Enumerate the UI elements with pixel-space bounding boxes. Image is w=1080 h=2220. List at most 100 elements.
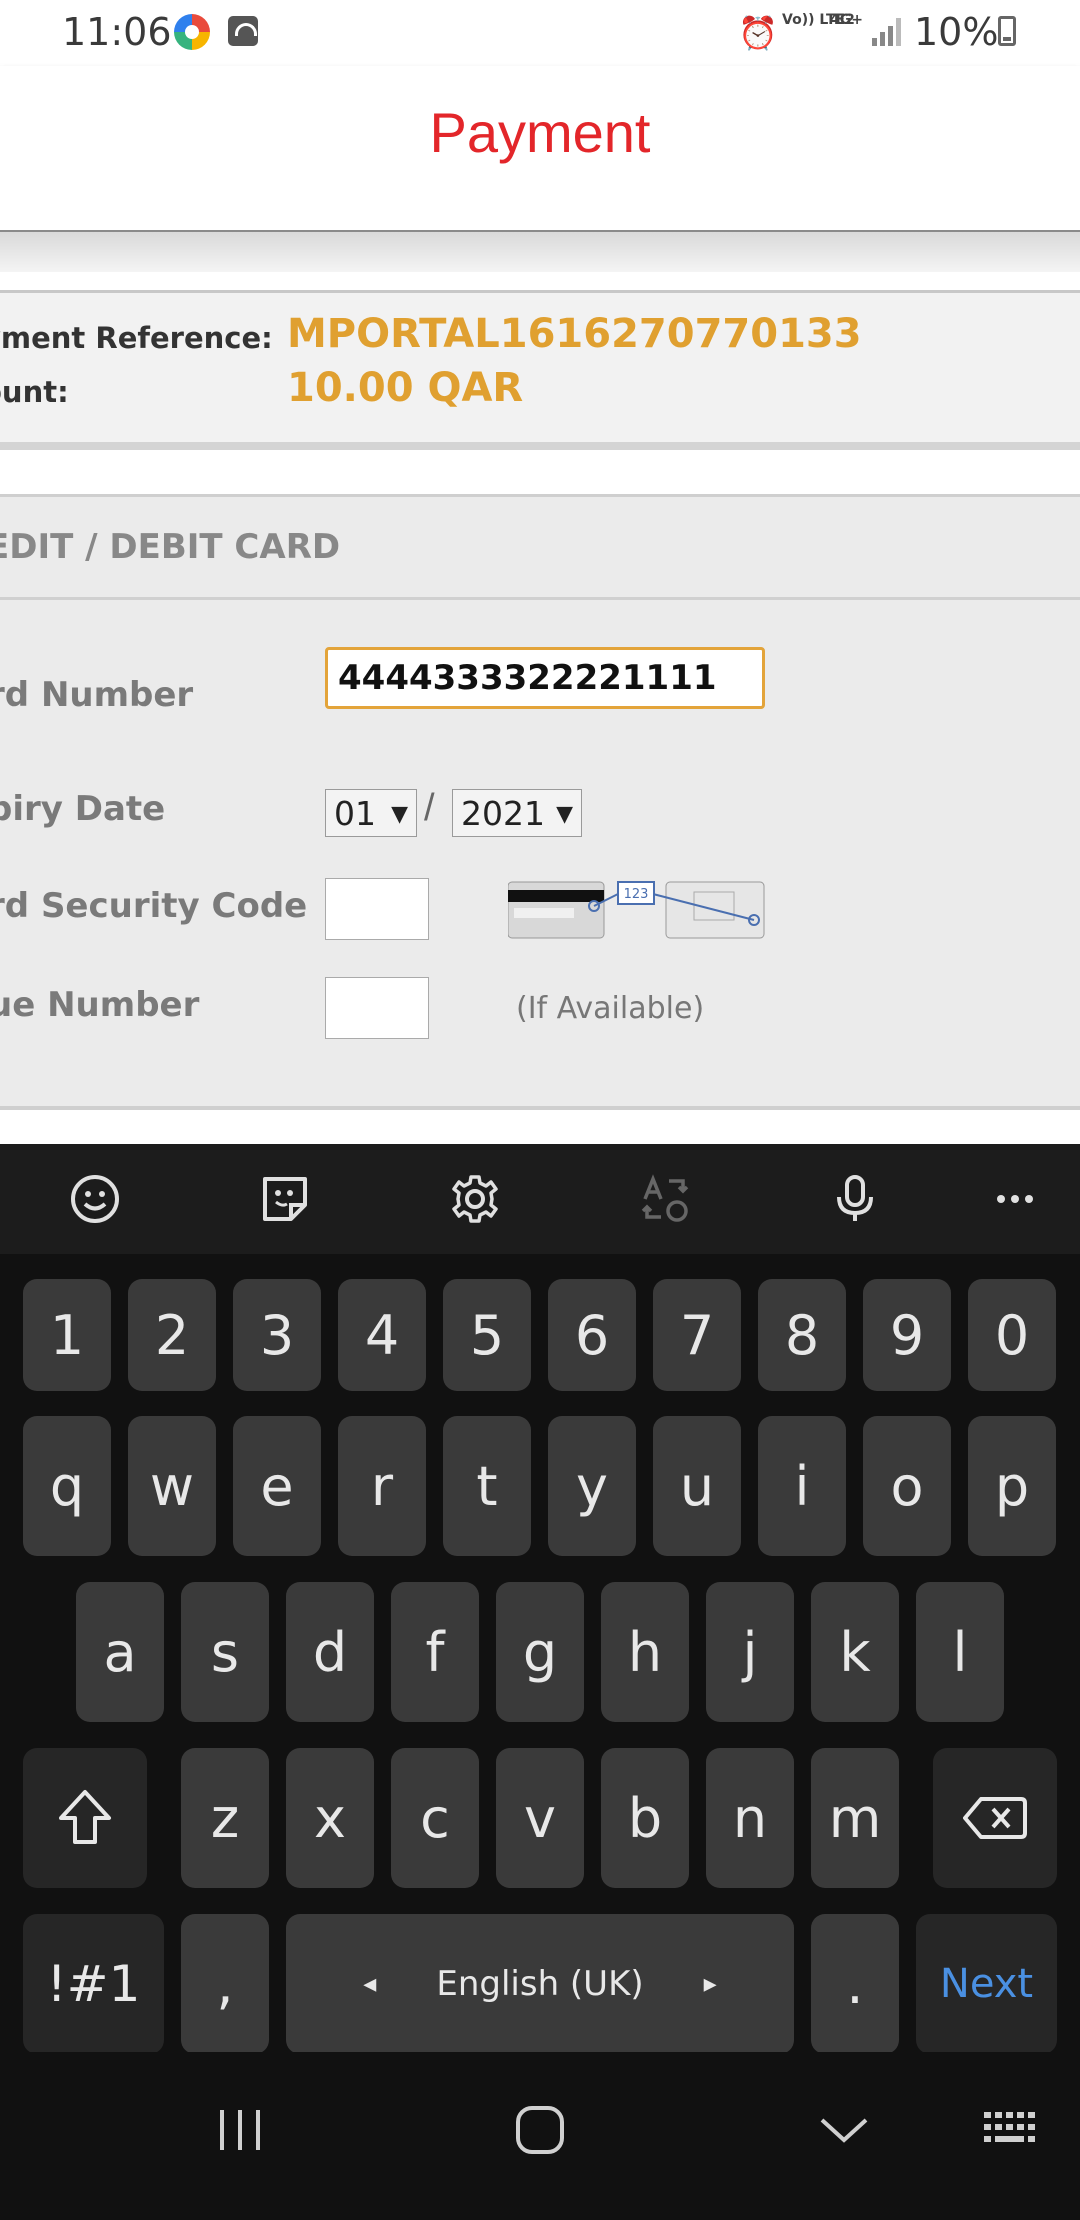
- wifi-calling-icon: [228, 16, 258, 46]
- battery-percent: 10%: [914, 10, 999, 54]
- home-button[interactable]: [510, 2100, 570, 2160]
- key-i[interactable]: i: [758, 1416, 846, 1556]
- security-code-illustration: 123: [508, 881, 765, 939]
- divider-band: [0, 232, 1080, 272]
- space-key[interactable]: ◂ English (UK) ▸: [286, 1914, 794, 2054]
- key-7[interactable]: 7: [653, 1279, 741, 1391]
- status-time: 11:06: [62, 10, 172, 54]
- backspace-icon: [963, 1797, 1027, 1839]
- key-q[interactable]: q: [23, 1416, 111, 1556]
- battery-icon: [998, 16, 1016, 46]
- key-z[interactable]: z: [181, 1748, 269, 1888]
- card-number-label: rd Number: [0, 675, 194, 715]
- dropdown-arrow-icon: ▼: [556, 802, 573, 827]
- page-title: Payment: [429, 101, 651, 164]
- key-a[interactable]: a: [76, 1582, 164, 1722]
- key-e[interactable]: e: [233, 1416, 321, 1556]
- key-y[interactable]: y: [548, 1416, 636, 1556]
- symbols-key[interactable]: !#1: [23, 1914, 164, 2054]
- hide-keyboard-button[interactable]: [814, 2100, 874, 2160]
- backspace-key[interactable]: [933, 1748, 1057, 1888]
- key-9[interactable]: 9: [863, 1279, 951, 1391]
- key-1[interactable]: 1: [23, 1279, 111, 1391]
- expiry-year-select[interactable]: 2021 ▼: [452, 789, 582, 837]
- microphone-icon[interactable]: [824, 1168, 886, 1230]
- amount-label: ount:: [0, 375, 69, 409]
- key-2[interactable]: 2: [128, 1279, 216, 1391]
- issue-number-hint: (If Available): [516, 991, 705, 1026]
- more-icon[interactable]: [984, 1168, 1046, 1230]
- key-h[interactable]: h: [601, 1582, 689, 1722]
- key-m[interactable]: m: [811, 1748, 899, 1888]
- issue-number-input[interactable]: [325, 977, 429, 1039]
- key-d[interactable]: d: [286, 1582, 374, 1722]
- key-f[interactable]: f: [391, 1582, 479, 1722]
- key-v[interactable]: v: [496, 1748, 584, 1888]
- key-n[interactable]: n: [706, 1748, 794, 1888]
- expiry-year-value: 2021: [461, 794, 545, 833]
- key-6[interactable]: 6: [548, 1279, 636, 1391]
- card-number-input[interactable]: 4444333322221111: [325, 647, 765, 709]
- translate-icon[interactable]: [634, 1168, 696, 1230]
- key-b[interactable]: b: [601, 1748, 689, 1888]
- security-code-label: rd Security Code: [0, 886, 308, 926]
- sticker-icon[interactable]: [254, 1168, 316, 1230]
- keyboard-toolbar: [0, 1144, 1080, 1254]
- card-form: EDIT / DEBIT CARD rd Number 444433332222…: [0, 494, 1080, 1110]
- key-5[interactable]: 5: [443, 1279, 531, 1391]
- expiry-separator: /: [424, 787, 435, 829]
- reference-value: MPORTAL1616270770133: [287, 311, 862, 357]
- key-x[interactable]: x: [286, 1748, 374, 1888]
- key-k[interactable]: k: [811, 1582, 899, 1722]
- key-c[interactable]: c: [391, 1748, 479, 1888]
- key-o[interactable]: o: [863, 1416, 951, 1556]
- alarm-icon: ⏰: [738, 14, 778, 52]
- keyboard-icon: [984, 2112, 1035, 2142]
- key-u[interactable]: u: [653, 1416, 741, 1556]
- key-w[interactable]: w: [128, 1416, 216, 1556]
- period-key[interactable]: .: [811, 1914, 899, 2054]
- dropdown-arrow-icon: ▼: [391, 802, 408, 827]
- expiry-label: piry Date: [0, 789, 166, 829]
- key-s[interactable]: s: [181, 1582, 269, 1722]
- title-bar: Payment: [0, 66, 1080, 233]
- security-code-example: 123: [624, 887, 649, 902]
- signal-icon: [872, 18, 902, 46]
- expiry-month-value: 01: [334, 794, 376, 833]
- space-language-label: English (UK): [436, 1964, 644, 2004]
- settings-icon[interactable]: [444, 1168, 506, 1230]
- navigation-bar: [0, 2052, 1080, 2220]
- card-section-header: EDIT / DEBIT CARD: [0, 497, 1080, 600]
- home-icon: [516, 2106, 564, 2154]
- card-section-title: EDIT / DEBIT CARD: [0, 527, 341, 567]
- reference-label: yment Reference:: [0, 321, 273, 355]
- key-g[interactable]: g: [496, 1582, 584, 1722]
- key-l[interactable]: l: [916, 1582, 1004, 1722]
- status-bar: 11:06 ⏰ Vo)) LTE2 4G+ 10%: [0, 0, 1080, 66]
- app-notification-icon: [174, 14, 210, 50]
- key-j[interactable]: j: [706, 1582, 794, 1722]
- key-t[interactable]: t: [443, 1416, 531, 1556]
- payment-summary: yment Reference: MPORTAL1616270770133 ou…: [0, 290, 1080, 450]
- language-right-icon: ▸: [703, 1969, 717, 1999]
- recent-apps-button[interactable]: [210, 2100, 270, 2160]
- emoji-icon[interactable]: [64, 1168, 126, 1230]
- security-code-input[interactable]: [325, 878, 429, 940]
- key-4[interactable]: 4: [338, 1279, 426, 1391]
- amount-value: 10.00 QAR: [287, 365, 524, 411]
- shift-icon: [59, 1790, 111, 1844]
- key-r[interactable]: r: [338, 1416, 426, 1556]
- key-3[interactable]: 3: [233, 1279, 321, 1391]
- key-0[interactable]: 0: [968, 1279, 1056, 1391]
- shift-key[interactable]: [23, 1748, 147, 1888]
- comma-key[interactable]: ,: [181, 1914, 269, 2054]
- next-key[interactable]: Next: [916, 1914, 1057, 2054]
- network-type-label: 4G+: [830, 12, 863, 28]
- chevron-down-icon: [820, 2118, 868, 2143]
- expiry-month-select[interactable]: 01 ▼: [325, 789, 417, 837]
- soft-keyboard: 1 2 3 4 5 6 7 8 9 0 q w e r t y u i o p …: [0, 1144, 1080, 2054]
- issue-number-label: ue Number: [0, 985, 200, 1025]
- key-8[interactable]: 8: [758, 1279, 846, 1391]
- keyboard-switch-button[interactable]: [980, 2102, 1044, 2158]
- key-p[interactable]: p: [968, 1416, 1056, 1556]
